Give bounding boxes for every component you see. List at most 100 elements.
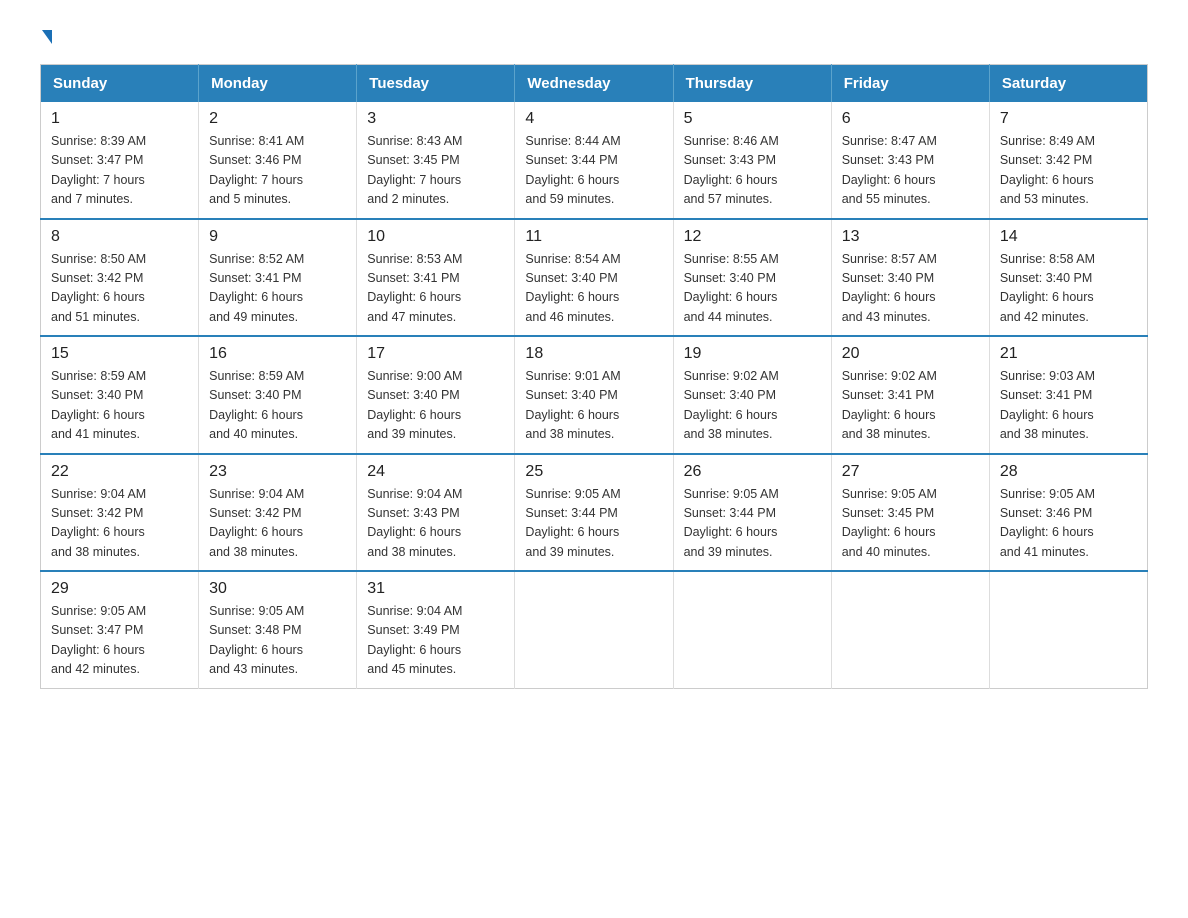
day-number: 4 [525,110,662,128]
day-number: 1 [51,110,188,128]
calendar-week-row: 1 Sunrise: 8:39 AMSunset: 3:47 PMDayligh… [41,102,1148,219]
day-number: 3 [367,110,504,128]
day-number: 13 [842,228,979,246]
day-number: 25 [525,463,662,481]
day-info: Sunrise: 8:54 AMSunset: 3:40 PMDaylight:… [525,250,662,328]
day-number: 15 [51,345,188,363]
calendar-cell: 15 Sunrise: 8:59 AMSunset: 3:40 PMDaylig… [41,336,199,454]
day-info: Sunrise: 9:05 AMSunset: 3:44 PMDaylight:… [684,485,821,563]
day-info: Sunrise: 9:05 AMSunset: 3:46 PMDaylight:… [1000,485,1137,563]
day-info: Sunrise: 8:52 AMSunset: 3:41 PMDaylight:… [209,250,346,328]
calendar-cell: 6 Sunrise: 8:47 AMSunset: 3:43 PMDayligh… [831,102,989,219]
calendar-cell [515,571,673,688]
column-header-wednesday: Wednesday [515,65,673,103]
day-info: Sunrise: 8:39 AMSunset: 3:47 PMDaylight:… [51,132,188,210]
calendar-cell: 14 Sunrise: 8:58 AMSunset: 3:40 PMDaylig… [989,219,1147,337]
column-header-sunday: Sunday [41,65,199,103]
day-info: Sunrise: 8:57 AMSunset: 3:40 PMDaylight:… [842,250,979,328]
day-info: Sunrise: 8:49 AMSunset: 3:42 PMDaylight:… [1000,132,1137,210]
calendar-cell: 30 Sunrise: 9:05 AMSunset: 3:48 PMDaylig… [199,571,357,688]
calendar-cell: 3 Sunrise: 8:43 AMSunset: 3:45 PMDayligh… [357,102,515,219]
day-number: 23 [209,463,346,481]
calendar-cell [673,571,831,688]
calendar-cell: 5 Sunrise: 8:46 AMSunset: 3:43 PMDayligh… [673,102,831,219]
day-number: 18 [525,345,662,363]
calendar-cell: 10 Sunrise: 8:53 AMSunset: 3:41 PMDaylig… [357,219,515,337]
day-number: 30 [209,580,346,598]
day-info: Sunrise: 9:04 AMSunset: 3:43 PMDaylight:… [367,485,504,563]
calendar-cell: 23 Sunrise: 9:04 AMSunset: 3:42 PMDaylig… [199,454,357,572]
day-number: 22 [51,463,188,481]
calendar-cell: 25 Sunrise: 9:05 AMSunset: 3:44 PMDaylig… [515,454,673,572]
calendar-cell: 29 Sunrise: 9:05 AMSunset: 3:47 PMDaylig… [41,571,199,688]
day-info: Sunrise: 9:04 AMSunset: 3:42 PMDaylight:… [209,485,346,563]
logo [40,30,52,44]
page-header [40,30,1148,44]
day-info: Sunrise: 9:04 AMSunset: 3:49 PMDaylight:… [367,602,504,680]
calendar-cell: 26 Sunrise: 9:05 AMSunset: 3:44 PMDaylig… [673,454,831,572]
calendar-cell: 12 Sunrise: 8:55 AMSunset: 3:40 PMDaylig… [673,219,831,337]
column-header-thursday: Thursday [673,65,831,103]
calendar-week-row: 15 Sunrise: 8:59 AMSunset: 3:40 PMDaylig… [41,336,1148,454]
column-header-friday: Friday [831,65,989,103]
day-info: Sunrise: 8:41 AMSunset: 3:46 PMDaylight:… [209,132,346,210]
calendar-cell [831,571,989,688]
day-info: Sunrise: 8:55 AMSunset: 3:40 PMDaylight:… [684,250,821,328]
logo-arrow-icon [42,30,52,44]
column-header-saturday: Saturday [989,65,1147,103]
calendar-week-row: 22 Sunrise: 9:04 AMSunset: 3:42 PMDaylig… [41,454,1148,572]
day-info: Sunrise: 8:44 AMSunset: 3:44 PMDaylight:… [525,132,662,210]
day-info: Sunrise: 9:05 AMSunset: 3:48 PMDaylight:… [209,602,346,680]
day-info: Sunrise: 8:50 AMSunset: 3:42 PMDaylight:… [51,250,188,328]
day-number: 10 [367,228,504,246]
day-info: Sunrise: 9:02 AMSunset: 3:41 PMDaylight:… [842,367,979,445]
day-number: 28 [1000,463,1137,481]
calendar-cell [989,571,1147,688]
day-number: 5 [684,110,821,128]
calendar-cell: 20 Sunrise: 9:02 AMSunset: 3:41 PMDaylig… [831,336,989,454]
day-info: Sunrise: 8:58 AMSunset: 3:40 PMDaylight:… [1000,250,1137,328]
calendar-week-row: 8 Sunrise: 8:50 AMSunset: 3:42 PMDayligh… [41,219,1148,337]
calendar-cell: 21 Sunrise: 9:03 AMSunset: 3:41 PMDaylig… [989,336,1147,454]
day-number: 19 [684,345,821,363]
day-info: Sunrise: 8:53 AMSunset: 3:41 PMDaylight:… [367,250,504,328]
column-header-tuesday: Tuesday [357,65,515,103]
day-number: 14 [1000,228,1137,246]
calendar-cell: 11 Sunrise: 8:54 AMSunset: 3:40 PMDaylig… [515,219,673,337]
calendar-cell: 19 Sunrise: 9:02 AMSunset: 3:40 PMDaylig… [673,336,831,454]
calendar-cell: 27 Sunrise: 9:05 AMSunset: 3:45 PMDaylig… [831,454,989,572]
calendar-cell: 16 Sunrise: 8:59 AMSunset: 3:40 PMDaylig… [199,336,357,454]
calendar-cell: 9 Sunrise: 8:52 AMSunset: 3:41 PMDayligh… [199,219,357,337]
day-info: Sunrise: 9:02 AMSunset: 3:40 PMDaylight:… [684,367,821,445]
day-info: Sunrise: 9:05 AMSunset: 3:45 PMDaylight:… [842,485,979,563]
calendar-cell: 13 Sunrise: 8:57 AMSunset: 3:40 PMDaylig… [831,219,989,337]
calendar-cell: 17 Sunrise: 9:00 AMSunset: 3:40 PMDaylig… [357,336,515,454]
calendar-cell: 22 Sunrise: 9:04 AMSunset: 3:42 PMDaylig… [41,454,199,572]
day-number: 29 [51,580,188,598]
day-number: 6 [842,110,979,128]
day-number: 26 [684,463,821,481]
day-info: Sunrise: 9:03 AMSunset: 3:41 PMDaylight:… [1000,367,1137,445]
day-number: 16 [209,345,346,363]
day-number: 21 [1000,345,1137,363]
calendar-cell: 24 Sunrise: 9:04 AMSunset: 3:43 PMDaylig… [357,454,515,572]
calendar-cell: 8 Sunrise: 8:50 AMSunset: 3:42 PMDayligh… [41,219,199,337]
day-number: 27 [842,463,979,481]
day-number: 31 [367,580,504,598]
day-info: Sunrise: 9:00 AMSunset: 3:40 PMDaylight:… [367,367,504,445]
day-info: Sunrise: 8:43 AMSunset: 3:45 PMDaylight:… [367,132,504,210]
calendar-cell: 18 Sunrise: 9:01 AMSunset: 3:40 PMDaylig… [515,336,673,454]
day-number: 7 [1000,110,1137,128]
day-info: Sunrise: 9:05 AMSunset: 3:47 PMDaylight:… [51,602,188,680]
day-number: 17 [367,345,504,363]
calendar-cell: 31 Sunrise: 9:04 AMSunset: 3:49 PMDaylig… [357,571,515,688]
day-info: Sunrise: 8:46 AMSunset: 3:43 PMDaylight:… [684,132,821,210]
day-number: 9 [209,228,346,246]
calendar-week-row: 29 Sunrise: 9:05 AMSunset: 3:47 PMDaylig… [41,571,1148,688]
calendar-cell: 1 Sunrise: 8:39 AMSunset: 3:47 PMDayligh… [41,102,199,219]
day-info: Sunrise: 8:47 AMSunset: 3:43 PMDaylight:… [842,132,979,210]
day-info: Sunrise: 8:59 AMSunset: 3:40 PMDaylight:… [51,367,188,445]
day-info: Sunrise: 9:01 AMSunset: 3:40 PMDaylight:… [525,367,662,445]
calendar-cell: 7 Sunrise: 8:49 AMSunset: 3:42 PMDayligh… [989,102,1147,219]
column-header-monday: Monday [199,65,357,103]
